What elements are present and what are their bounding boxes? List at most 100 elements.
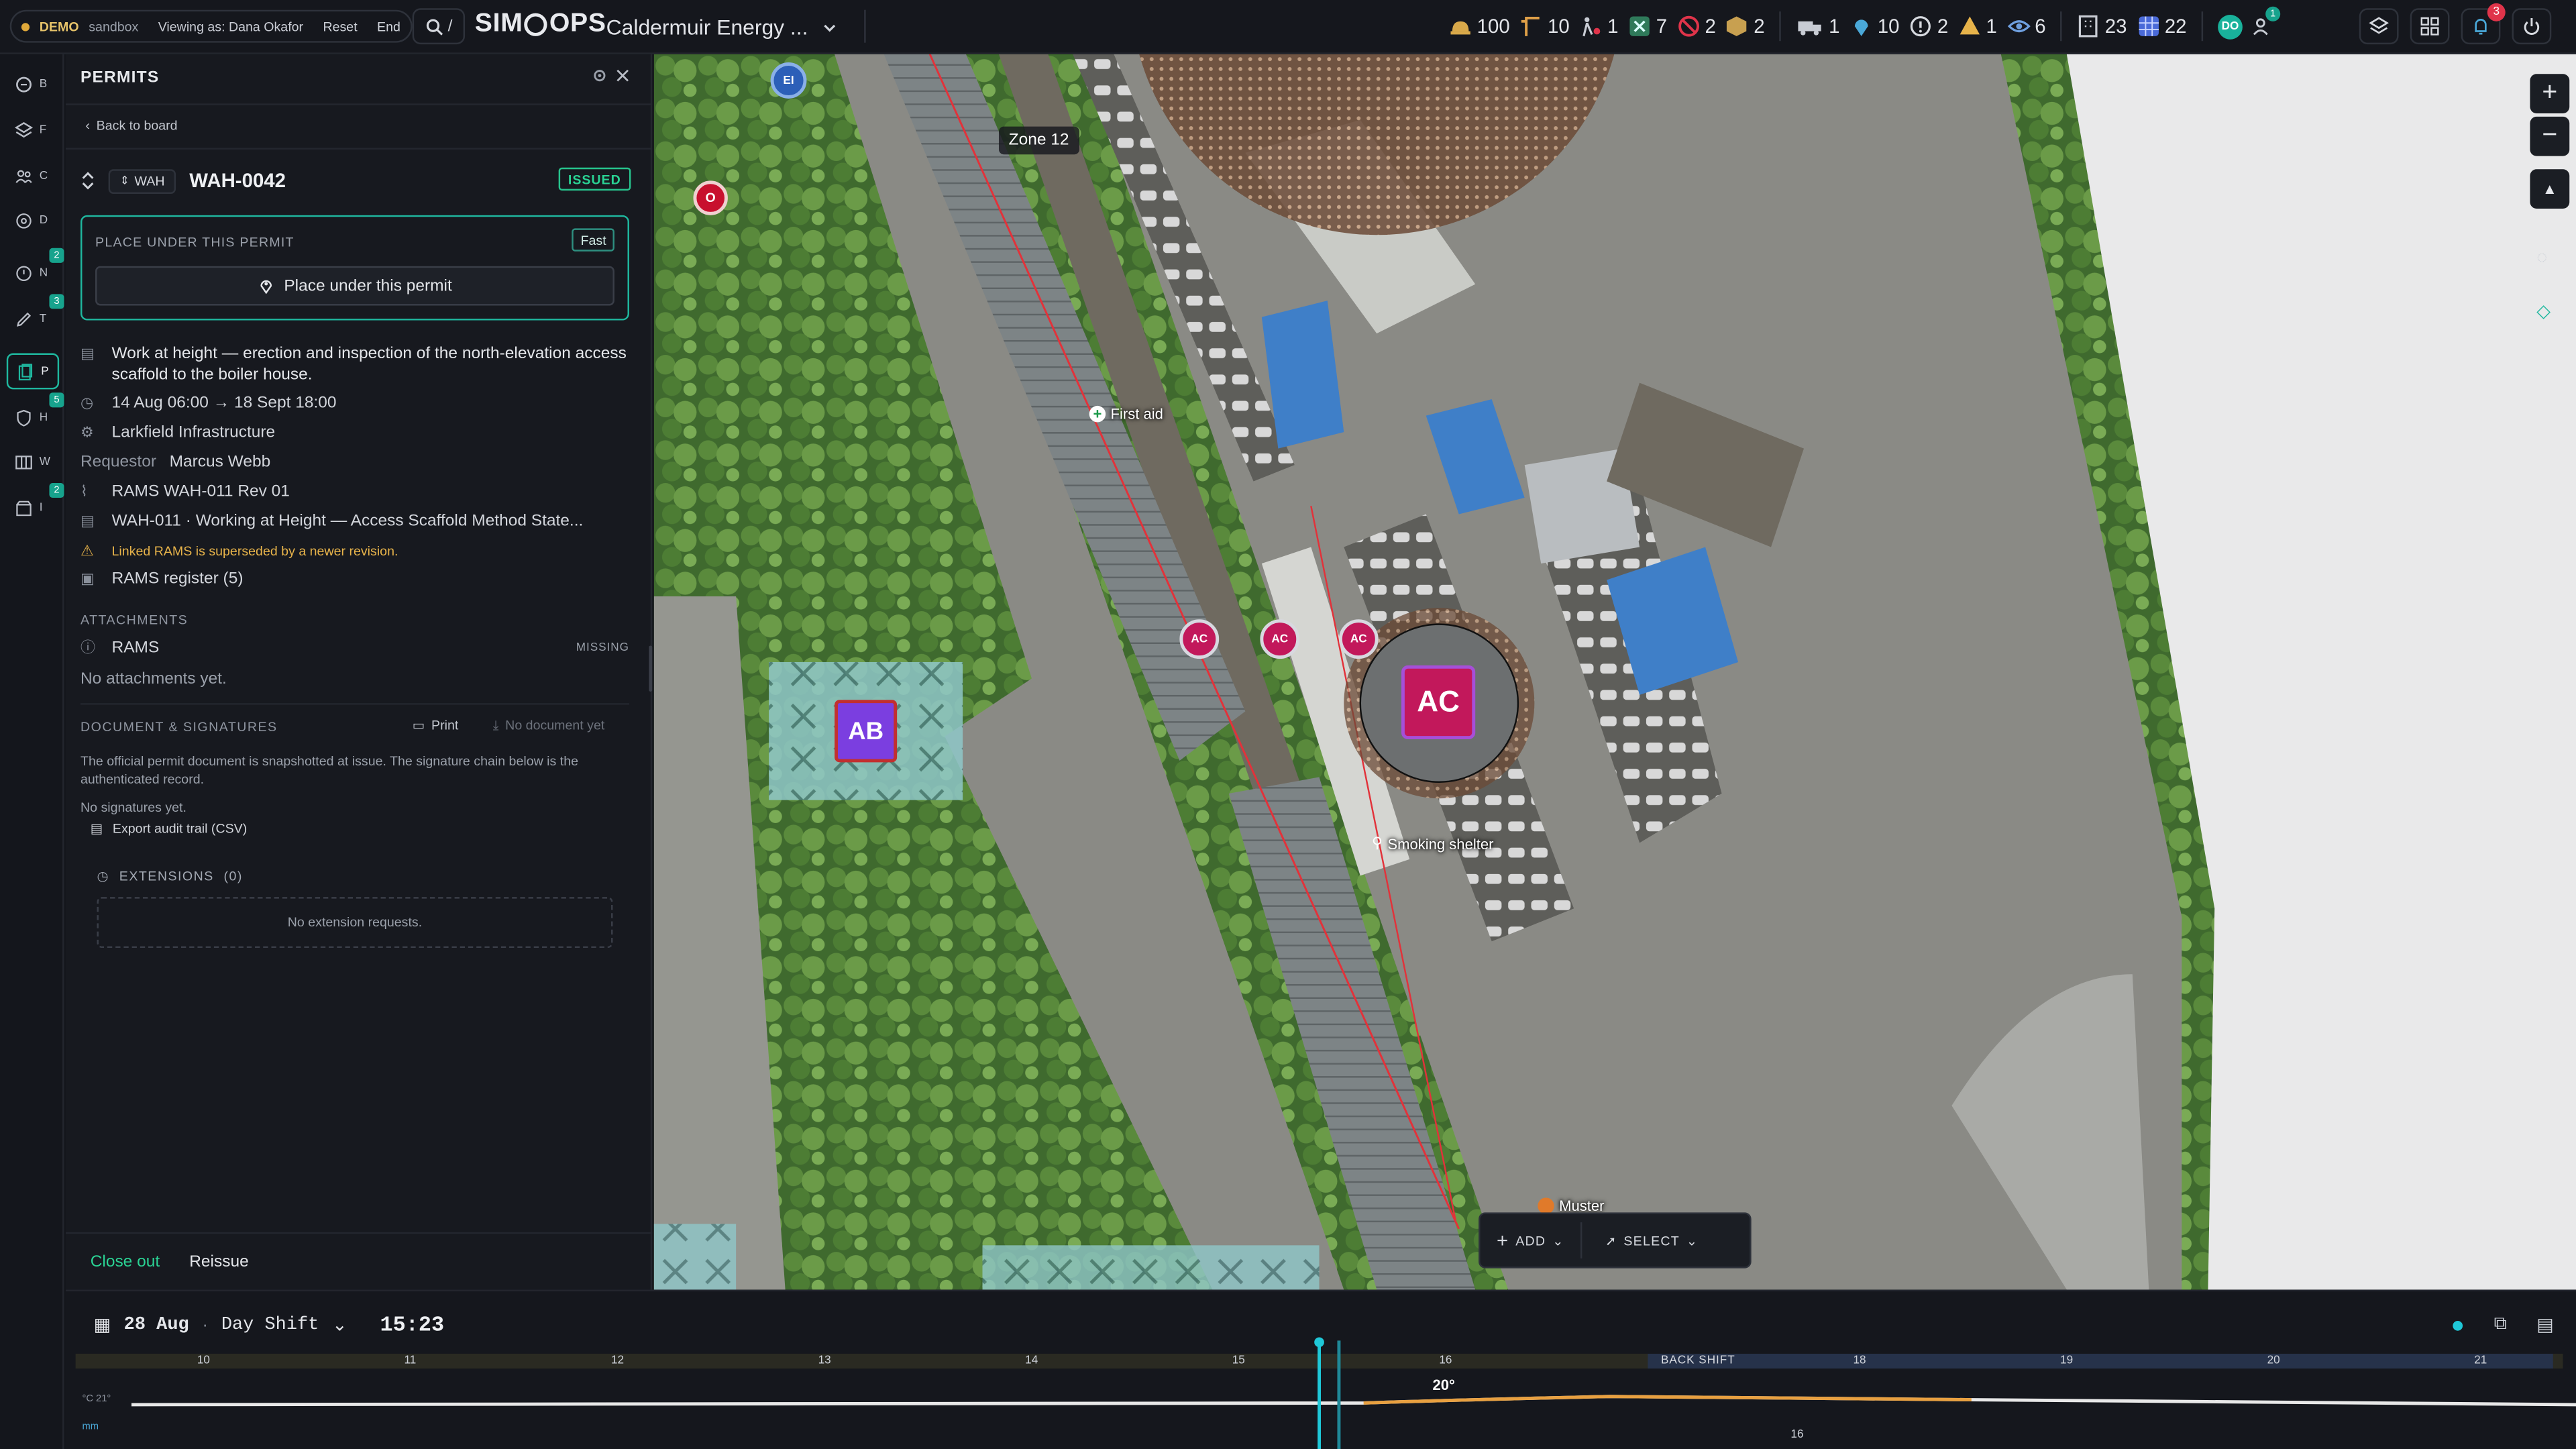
zone-ab[interactable]: AB [835, 700, 898, 763]
copy-icon[interactable]: ⧉ [2494, 1314, 2507, 1336]
reset-button[interactable]: Reset [323, 19, 357, 34]
rams-link[interactable]: ⌇ RAMS WAH-011 Rev 01 [80, 482, 629, 503]
muster-point[interactable]: Muster [1538, 1197, 1604, 1214]
stat-cranes[interactable]: 10 [1519, 15, 1570, 38]
warning-icon: ⚠ [80, 542, 94, 559]
pin-icon [1854, 19, 1868, 36]
stat-blocked[interactable]: 2 [1677, 15, 1716, 38]
divider [65, 148, 653, 150]
attachment-rams[interactable]: ⓘ RAMS MISSING [80, 637, 629, 659]
rail-item-permits[interactable]: P [6, 353, 60, 390]
first-aid-point[interactable]: + First aid [1089, 405, 1163, 423]
permit-dates: ◷ 14 Aug 06:00 → 18 Sept 18:00 [80, 392, 629, 414]
rail-item-safety[interactable]: H5 [7, 392, 64, 435]
stat-workers[interactable]: 1 [1579, 15, 1618, 38]
stat-grid[interactable]: 22 [2137, 15, 2187, 38]
tag-icon[interactable]: ◇ [2536, 301, 2551, 322]
add-button[interactable]: + ADD ⌄ [1481, 1229, 1581, 1252]
hour-tick: 15 [1232, 1355, 1245, 1367]
place-under-permit-button[interactable]: Place under this permit [95, 266, 614, 306]
rail-item-board[interactable]: B [7, 66, 59, 102]
stat-buildings[interactable]: 23 [2077, 15, 2127, 38]
map-marker-ac[interactable]: AC [1179, 619, 1220, 659]
zoom-in-button[interactable]: + [2530, 74, 2570, 113]
layers-icon [2369, 17, 2389, 34]
chart-icon[interactable]: ▤ [2536, 1314, 2553, 1336]
expand-collapse-icon[interactable] [80, 171, 95, 191]
notifications-button[interactable]: 3 [2461, 3, 2506, 45]
rail-item-map[interactable]: W [7, 443, 59, 480]
layers-button[interactable] [2359, 8, 2399, 45]
search-icon [425, 18, 443, 35]
rail-label: T [39, 313, 47, 325]
close-icon[interactable] [616, 69, 629, 83]
truck-icon [1798, 21, 1822, 36]
pin-icon [260, 280, 272, 294]
map-marker-ei[interactable]: EI [770, 62, 807, 99]
rail-item-alerts[interactable]: N2 [7, 248, 64, 291]
tools-icon [1629, 16, 1650, 36]
rail-item-layers[interactable]: F [7, 112, 59, 148]
back-to-board-link[interactable]: ‹ Back to board [85, 118, 177, 133]
stat-packages[interactable]: 2 [1726, 15, 1765, 38]
no-signatures: No signatures yet. [80, 800, 186, 815]
export-audit-button[interactable]: ▤ Export audit trail (CSV) [91, 822, 248, 837]
end-button[interactable]: End [377, 19, 400, 34]
stat-issues[interactable]: 2 [1909, 15, 1948, 38]
print-button[interactable]: ▭ Print [413, 718, 459, 733]
permit-type-selector[interactable]: ⇕ WAH [108, 168, 176, 193]
rail-item-tasks[interactable]: T3 [7, 294, 64, 337]
cursor-icon: ➚ [1605, 1232, 1617, 1248]
map-marker-o[interactable]: O [693, 180, 728, 215]
select-button[interactable]: ➚ SELECT ⌄ [1582, 1233, 1721, 1248]
date-selector[interactable]: 28 Aug · Day Shift ⌄ [124, 1314, 347, 1336]
power-icon [2524, 17, 2540, 35]
no-extensions: No extension requests. [97, 897, 613, 949]
search-button[interactable]: / [412, 8, 466, 45]
rams-register-link[interactable]: ▣ RAMS register (5) [80, 568, 629, 590]
selected-zone-ac[interactable]: AC [1401, 665, 1476, 740]
apps-button[interactable] [2410, 8, 2450, 45]
rail-item-target[interactable]: D [7, 202, 59, 238]
site-map[interactable]: Zone 12 EI O + First aid AC AC AC AC AB ⚲… [653, 54, 2576, 1290]
compass-button[interactable]: ▲ [2530, 169, 2570, 209]
presence-indicator[interactable]: 1 [2253, 6, 2281, 38]
current-time: 15:23 [380, 1312, 445, 1338]
smoking-shelter-point[interactable]: ⚲ Smoking shelter [1372, 835, 1494, 853]
place-under-permit-card: PLACE UNDER THIS PERMIT Fast Place under… [80, 215, 629, 321]
playhead[interactable] [1337, 1340, 1341, 1449]
zoom-out-button[interactable]: − [2530, 116, 2570, 156]
close-out-button[interactable]: Close out [91, 1252, 160, 1271]
north-arrow-icon: ▲ [2542, 180, 2557, 197]
reissue-button[interactable]: Reissue [189, 1252, 249, 1271]
now-marker[interactable] [1318, 1340, 1321, 1449]
map-marker-ac[interactable]: AC [1338, 619, 1379, 659]
fast-toggle[interactable]: Fast [572, 228, 614, 252]
stat-vehicles[interactable]: 1 [1796, 15, 1839, 38]
comments-icon[interactable]: ◌ [2536, 248, 2547, 268]
export-label: Export audit trail (CSV) [112, 821, 248, 837]
stat-tools[interactable]: 7 [1628, 15, 1667, 38]
rail-item-inventory[interactable]: I2 [7, 483, 64, 526]
method-statement-link[interactable]: ▤ WAH-011 · Working at Height — Access Sc… [80, 511, 629, 533]
map-marker-ac[interactable]: AC [1260, 619, 1300, 659]
power-button[interactable] [2512, 8, 2552, 45]
panel-resize-handle[interactable] [649, 645, 653, 692]
extensions-label: EXTENSIONS [119, 869, 214, 884]
timeline-header: ▦ 28 Aug · Day Shift ⌄ 15:23 [94, 1313, 444, 1338]
stat-hardhats[interactable]: 100 [1449, 15, 1510, 38]
settings-icon[interactable] [592, 67, 608, 83]
demo-env: sandbox [89, 19, 139, 34]
stat-warnings[interactable]: 1 [1958, 15, 1997, 38]
plus-icon: + [1497, 1228, 1509, 1252]
stat-locations[interactable]: 10 [1849, 15, 1900, 38]
chevron-down-icon: ⌄ [331, 1316, 347, 1336]
app-logo[interactable]: SIM OPS [475, 10, 606, 40]
project-selector[interactable]: Caldermuir Energy ... [606, 15, 838, 40]
rail-item-people[interactable]: C [7, 158, 59, 194]
zone-label[interactable]: Zone 12 [998, 126, 1079, 155]
now-knob[interactable] [1314, 1337, 1324, 1348]
stat-value: 1 [1986, 15, 1997, 38]
stat-observations[interactable]: 6 [2006, 15, 2046, 38]
avatar[interactable]: DO [2218, 13, 2243, 39]
